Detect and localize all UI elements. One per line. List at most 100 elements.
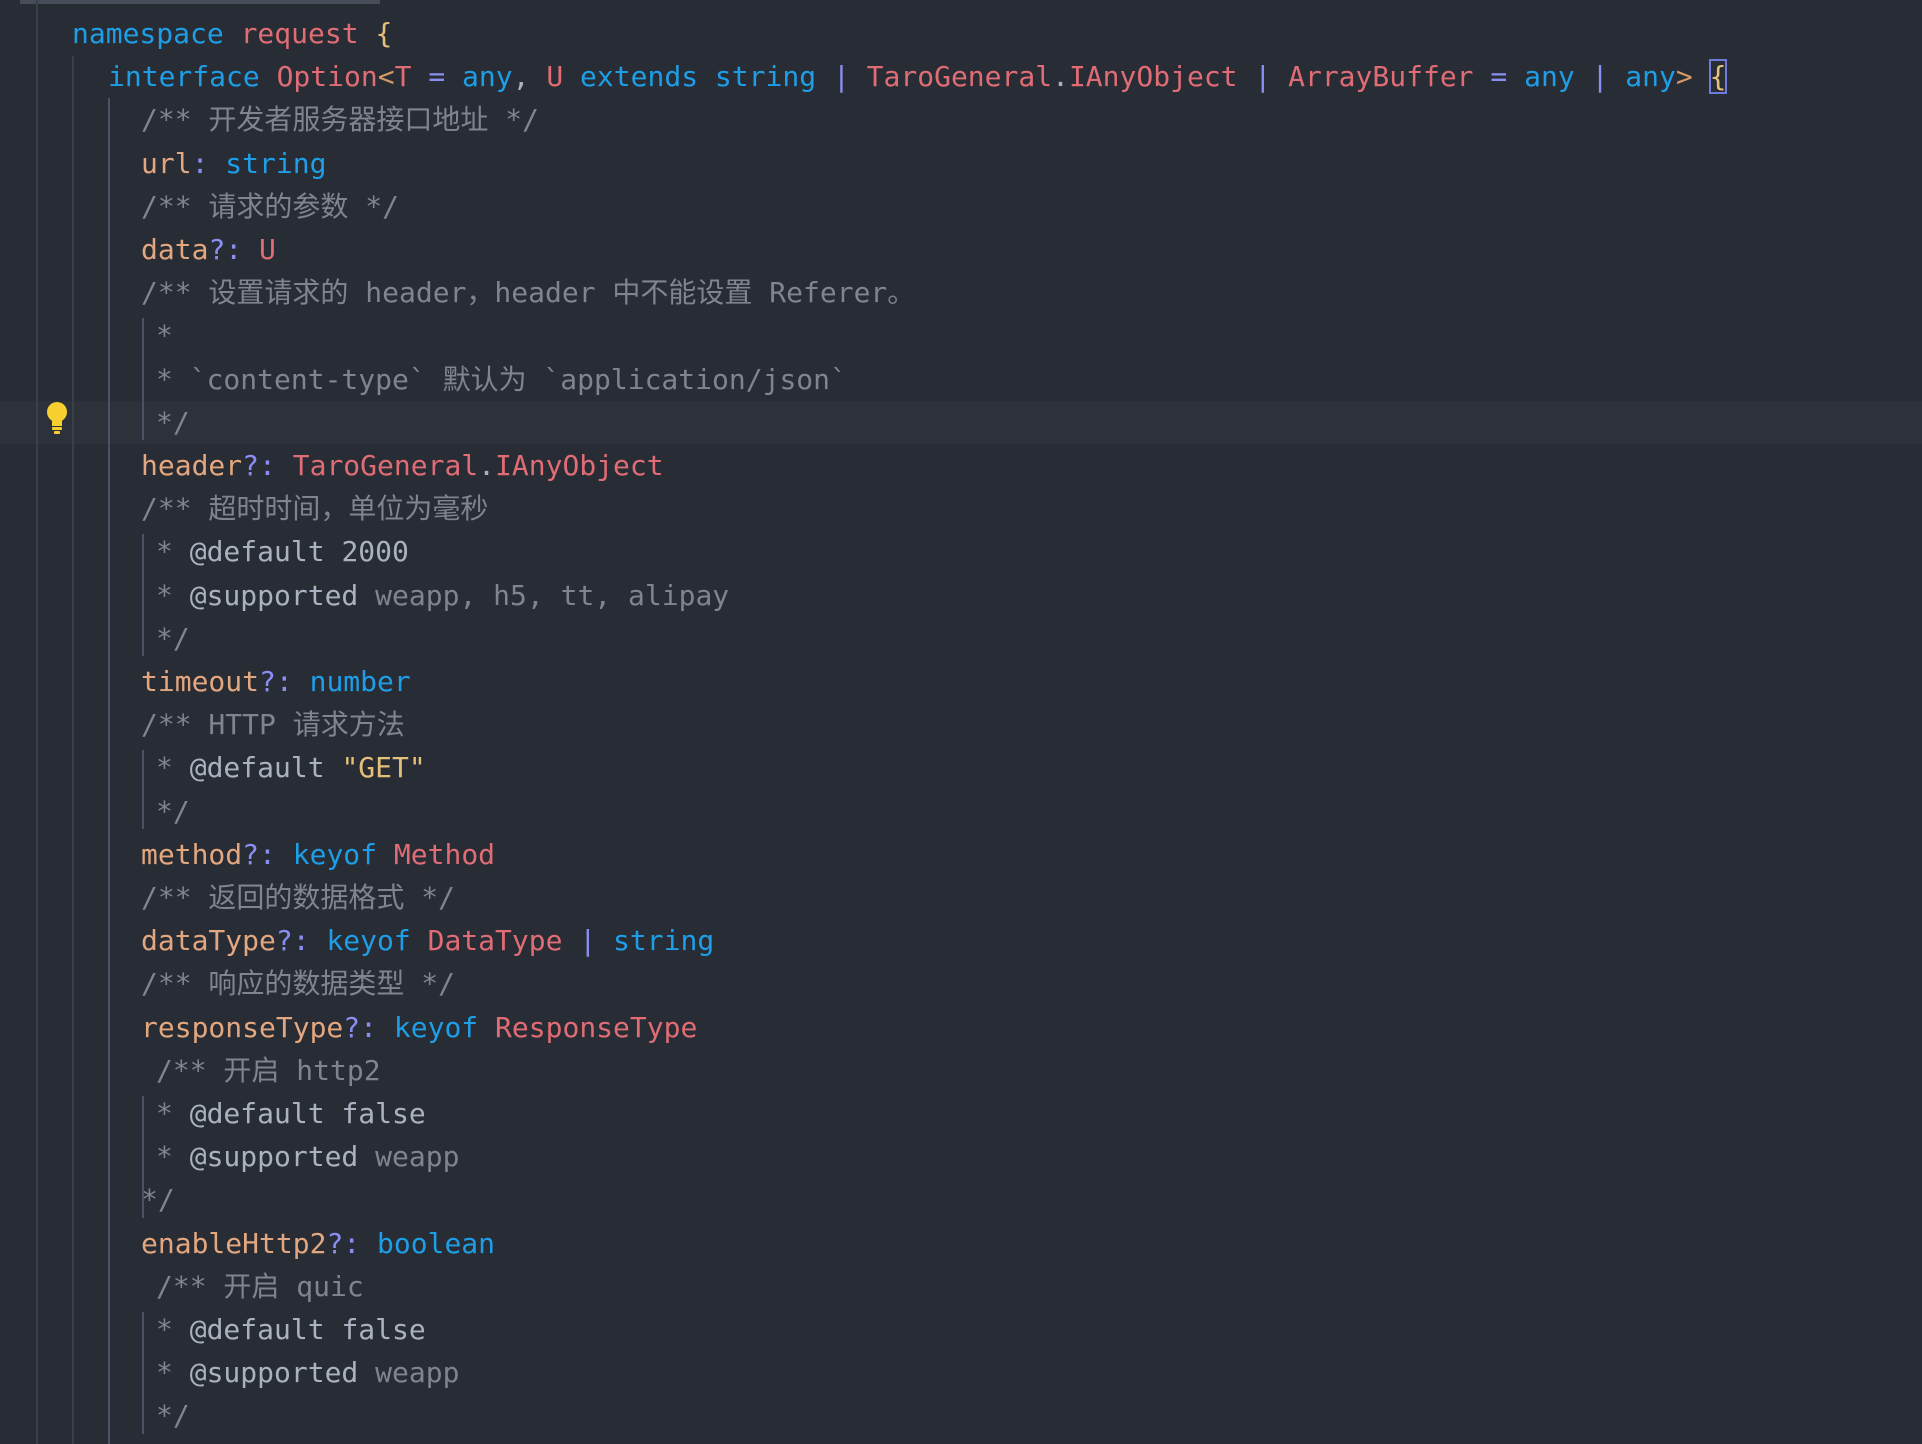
code-line[interactable]: */ — [0, 1178, 1922, 1221]
code-token: any — [462, 60, 513, 94]
code-token: data — [141, 233, 209, 266]
code-editor[interactable]: namespace request {interface Option<T = … — [0, 0, 1922, 1444]
code-token: weapp — [358, 1356, 460, 1390]
code-token: boolean — [377, 1226, 496, 1260]
code-line[interactable]: /** 开启 http2 — [0, 1049, 1922, 1092]
code-line[interactable]: data?: U — [0, 228, 1922, 271]
code-text: /** 开启 http2 — [156, 1049, 381, 1092]
code-line[interactable]: /** 响应的数据类型 */ — [0, 962, 1922, 1005]
code-line[interactable]: */ — [0, 1394, 1922, 1437]
code-token: * — [156, 578, 190, 612]
doc-comment-guide — [142, 750, 144, 829]
code-line[interactable]: */ — [0, 400, 1922, 444]
lightbulb-icon[interactable] — [44, 400, 70, 436]
code-text: /** 超时时间，单位为毫秒 — [141, 487, 488, 530]
code-line[interactable]: enableHttp2?: boolean — [0, 1222, 1922, 1265]
code-token: /** 开启 quic — [156, 1269, 364, 1303]
doc-comment-guide — [142, 318, 144, 440]
code-text: responseType?: keyof ResponseType — [141, 1006, 697, 1049]
code-token: method — [141, 837, 243, 871]
code-token: * — [156, 1097, 190, 1130]
code-text: * `content-type` 默认为 `application/json` — [156, 358, 847, 401]
code-line[interactable]: /** 开启 quic — [0, 1265, 1922, 1308]
code-token: T — [394, 60, 412, 94]
code-text: * @default false — [156, 1308, 426, 1351]
code-token: * — [156, 751, 190, 785]
code-token: U — [546, 60, 564, 94]
code-line[interactable]: */ — [0, 617, 1922, 660]
code-token: @supported — [189, 578, 359, 612]
code-line[interactable]: timeout?: number — [0, 660, 1922, 703]
code-token: false — [341, 1313, 426, 1346]
code-token: { — [375, 17, 393, 50]
code-token: keyof — [292, 837, 378, 871]
code-line[interactable]: url: string — [0, 142, 1922, 185]
code-line[interactable]: * — [0, 314, 1922, 357]
code-line[interactable]: /** 开发者服务器接口地址 */ — [0, 98, 1922, 141]
code-token: namespace — [72, 17, 224, 50]
code-line[interactable]: /** 设置请求的 header，header 中不能设置 Referer。 — [0, 271, 1922, 314]
code-token: : — [191, 146, 209, 180]
code-line[interactable]: */ — [0, 790, 1922, 833]
code-token: DataType — [427, 924, 563, 958]
code-token: < — [377, 60, 395, 94]
code-text: /** 开启 quic — [156, 1265, 364, 1308]
code-token: @supported — [189, 1356, 359, 1390]
code-line[interactable]: /** 超时时间，单位为毫秒 — [0, 487, 1922, 530]
code-token: /** 请求的参数 */ — [141, 189, 400, 223]
code-line[interactable]: header?: TaroGeneral.IAnyObject — [0, 444, 1922, 487]
code-token: , — [512, 60, 547, 94]
code-line[interactable]: * @default false — [0, 1308, 1922, 1351]
code-token: * `content-type` 默认为 `application/json` — [156, 362, 847, 396]
code-line[interactable]: interface Option<T = any, U extends stri… — [0, 55, 1922, 98]
code-line[interactable]: * @supported weapp — [0, 1351, 1922, 1394]
code-token: dataType — [141, 924, 276, 958]
code-token: * — [156, 1313, 190, 1346]
code-token: responseType — [141, 1010, 344, 1044]
code-line[interactable]: * @supported weapp — [0, 1135, 1922, 1178]
code-line[interactable]: method?: keyof Method — [0, 833, 1922, 876]
code-text: * @default false — [156, 1092, 426, 1135]
code-text: /** HTTP 请求方法 — [141, 703, 405, 746]
code-token: @supported — [189, 1140, 359, 1174]
code-line[interactable]: * @default "GET" — [0, 746, 1922, 789]
code-token: * — [156, 319, 173, 353]
code-text: * @default "GET" — [156, 746, 426, 789]
code-line[interactable]: * @default 2000 — [0, 530, 1922, 573]
code-token: */ — [156, 405, 190, 439]
code-text: /** 响应的数据类型 */ — [141, 962, 455, 1005]
code-line[interactable]: namespace request { — [0, 12, 1922, 55]
code-line[interactable]: responseType?: keyof ResponseType — [0, 1006, 1922, 1049]
code-token: enableHttp2 — [141, 1226, 327, 1260]
code-line[interactable]: /** HTTP 请求方法 — [0, 703, 1922, 746]
code-line[interactable]: /** 请求的参数 */ — [0, 185, 1922, 228]
code-token: weapp — [358, 1140, 460, 1174]
code-line[interactable]: /** 返回的数据格式 */ — [0, 876, 1922, 919]
code-line[interactable]: * `content-type` 默认为 `application/json` — [0, 358, 1922, 401]
code-token: */ — [141, 1183, 175, 1217]
code-token: | — [1591, 60, 1609, 94]
code-line[interactable]: * @default false — [0, 1092, 1922, 1135]
code-token: /** 返回的数据格式 */ — [141, 881, 456, 914]
code-text: dataType?: keyof DataType | string — [141, 919, 714, 962]
code-token: string — [225, 146, 327, 180]
code-token: number — [309, 665, 411, 698]
code-token: > — [1675, 60, 1693, 94]
matched-bracket: { — [1708, 59, 1728, 95]
code-token: TaroGeneral — [292, 449, 479, 482]
code-line[interactable]: * @supported weapp, h5, tt, alipay — [0, 574, 1922, 617]
code-text: * — [156, 314, 173, 357]
code-line[interactable]: dataType?: keyof DataType | string — [0, 919, 1922, 962]
code-token: /** 设置请求的 header，header 中不能设置 Referer。 — [141, 276, 916, 310]
